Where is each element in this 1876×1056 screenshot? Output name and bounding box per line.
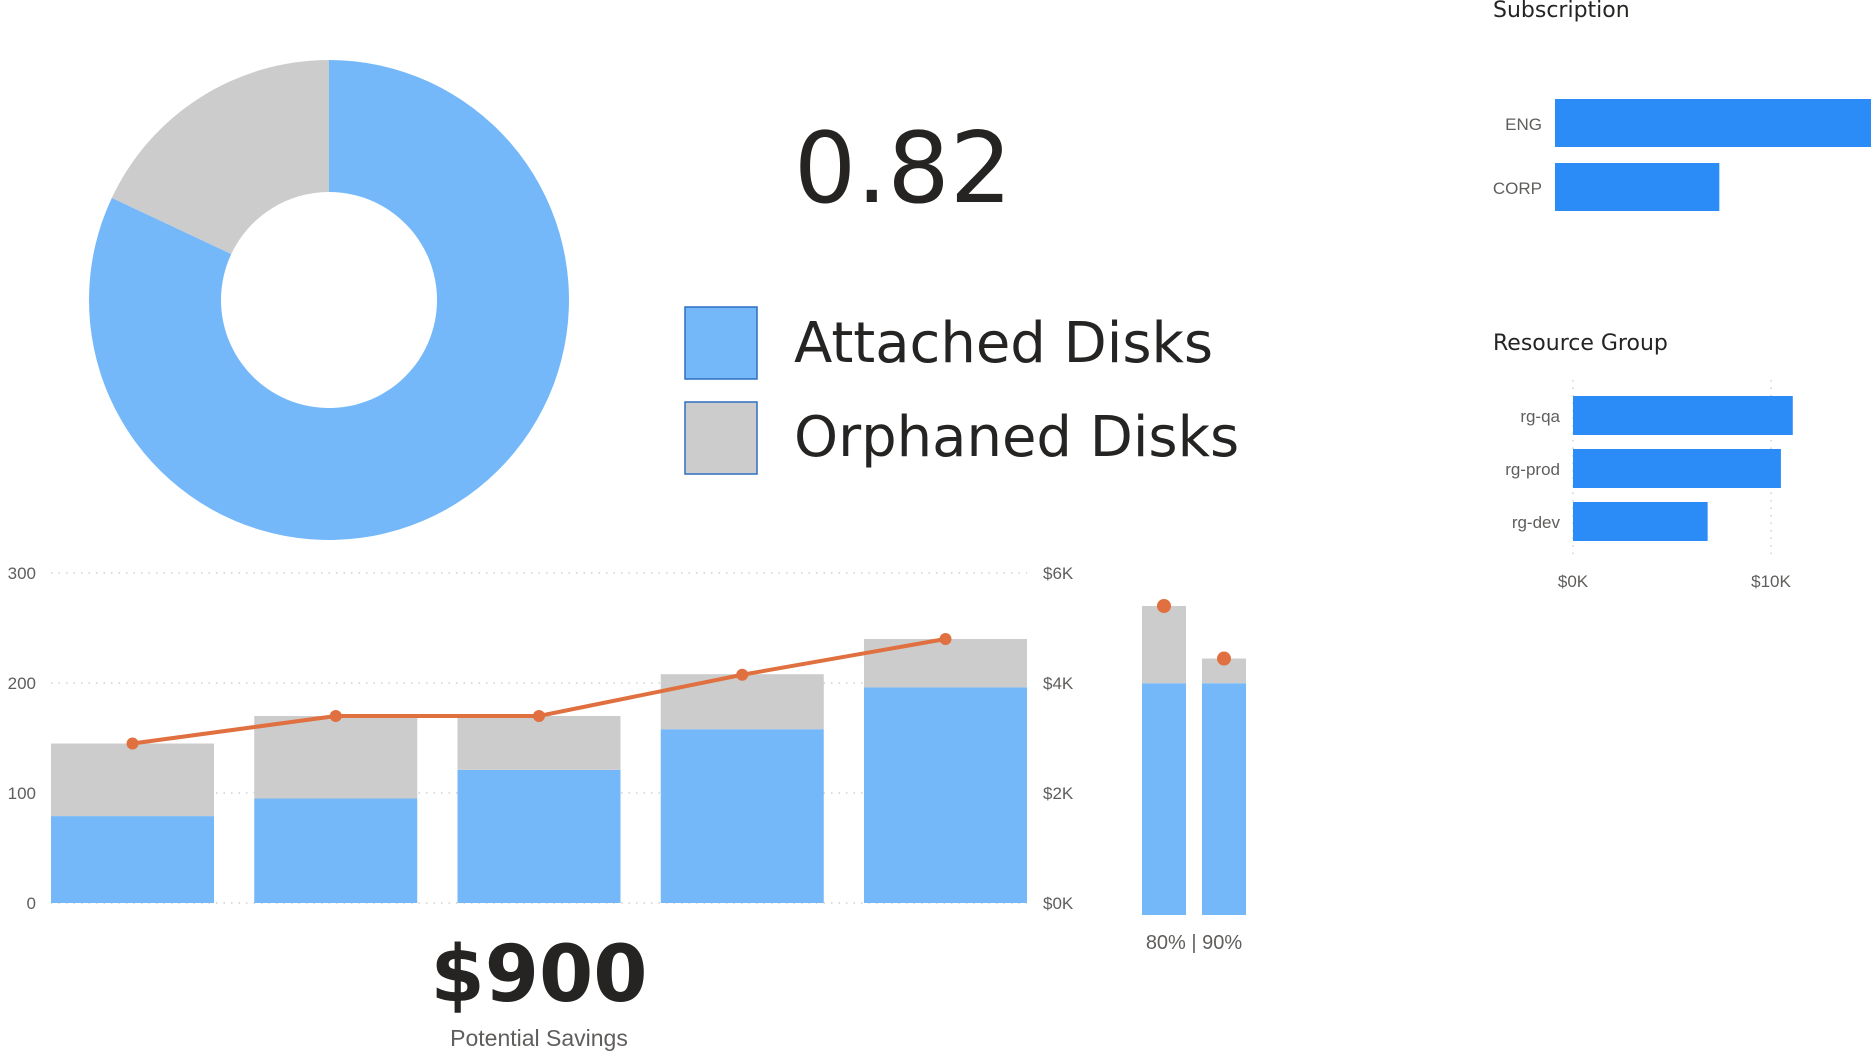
bar-orphaned — [254, 716, 418, 799]
y2-tick-label: $4K — [1043, 674, 1074, 693]
line-point — [939, 633, 952, 645]
y-tick-label: 0 — [27, 894, 36, 913]
savings-label: Potential Savings — [450, 1025, 628, 1051]
subscription-chart: ENG CORP — [1493, 99, 1871, 211]
bar-rg-dev — [1573, 502, 1708, 541]
bar-attached — [864, 687, 1027, 903]
category-label: rg-prod — [1505, 460, 1560, 479]
line-point — [329, 710, 342, 722]
legend-label-attached: Attached Disks — [794, 311, 1213, 376]
bar-attached — [660, 729, 824, 903]
bar-attached — [1142, 683, 1186, 915]
bar-attached — [1202, 683, 1246, 915]
category-label: ENG — [1505, 115, 1542, 134]
bar-orphaned — [457, 716, 621, 770]
category-label: CORP — [1493, 179, 1542, 198]
bar-attached — [51, 816, 214, 903]
y2-tick-label: $2K — [1043, 784, 1074, 803]
bar-attached — [254, 798, 418, 903]
x-tick-label: $10K — [1751, 572, 1791, 591]
legend-label-orphaned: Orphaned Disks — [794, 405, 1239, 470]
bar-eng — [1555, 99, 1871, 147]
bar-orphaned — [864, 639, 1027, 688]
combo-chart: 0 100 200 300 $0K $2K $4K $6K — [8, 564, 1074, 913]
bar-orphaned — [1142, 606, 1186, 684]
y-tick-label: 100 — [8, 784, 36, 803]
percent-label: 80% | 90% — [1146, 932, 1243, 954]
line-point — [736, 668, 749, 681]
bar-orphaned — [51, 743, 214, 817]
y-tick-label: 300 — [8, 564, 36, 583]
bar-corp — [1555, 163, 1720, 211]
savings-kpi: $900 — [430, 930, 647, 1020]
y-tick-label: 200 — [8, 674, 36, 693]
bar-rg-prod — [1573, 449, 1781, 488]
legend-swatch-orphaned — [684, 401, 758, 475]
bar-attached — [457, 769, 621, 903]
category-label: rg-qa — [1520, 407, 1560, 426]
marker-point — [1157, 599, 1171, 613]
resource-group-chart: $0K $10K rg-qa rg-prod rg-dev — [1505, 380, 1793, 591]
line-point — [126, 737, 139, 750]
dashboard-canvas: 0.82 Attached Disks Orphaned Disks 0 100 2… — [8, 0, 1871, 1051]
line-point — [533, 710, 545, 722]
resource-group-title: Resource Group — [1493, 331, 1668, 356]
x-tick-label: $0K — [1558, 572, 1589, 591]
category-label: rg-dev — [1512, 513, 1561, 532]
subscription-title: Subscription — [1493, 0, 1630, 23]
marker-point — [1217, 651, 1231, 666]
bar-rg-qa — [1573, 396, 1793, 435]
bar-orphaned — [660, 674, 824, 730]
y2-tick-label: $6K — [1043, 564, 1074, 583]
legend-swatch-attached — [684, 306, 758, 380]
donut-chart — [88, 60, 570, 540]
ratio-kpi: 0.82 — [794, 112, 1012, 226]
percent-bar-chart — [1142, 599, 1246, 915]
y2-tick-label: $0K — [1043, 894, 1074, 913]
